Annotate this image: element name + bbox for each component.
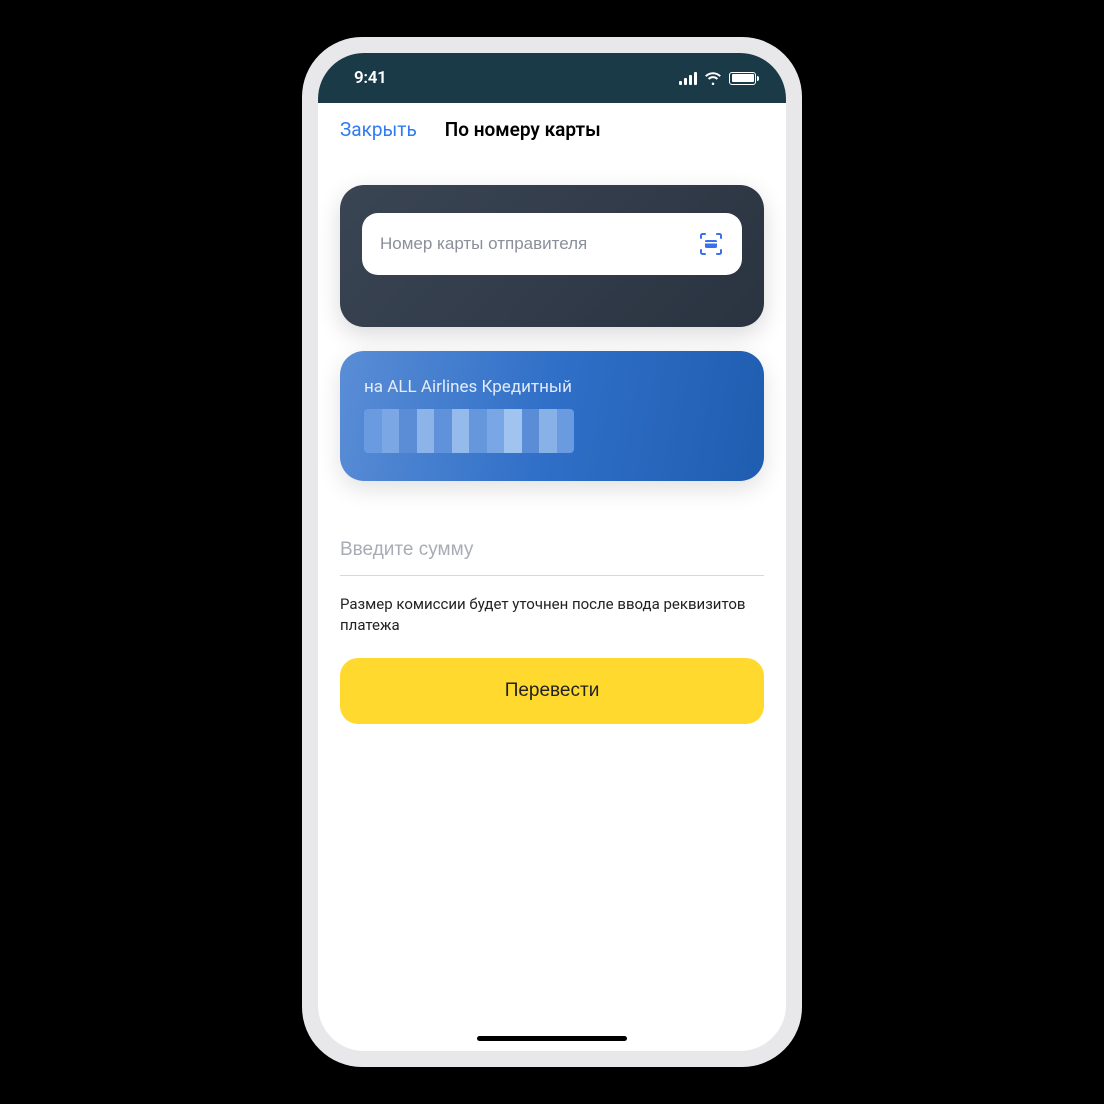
wifi-icon: [704, 71, 722, 85]
home-indicator[interactable]: [477, 1036, 627, 1041]
recipient-card-label: на ALL Airlines Кредитный: [364, 377, 740, 397]
amount-input[interactable]: [340, 539, 764, 576]
content: на ALL Airlines Кредитный: [318, 157, 786, 1051]
battery-icon: [729, 72, 756, 85]
scan-card-icon[interactable]: [698, 231, 724, 257]
phone-frame: 9:41 Закрыть По номеру карты: [302, 37, 802, 1067]
nav-bar: Закрыть По номеру карты: [318, 103, 786, 157]
amount-section: Размер комиссии будет уточнен после ввод…: [340, 539, 764, 724]
status-bar: 9:41: [318, 53, 786, 103]
status-time: 9:41: [354, 68, 387, 88]
close-button[interactable]: Закрыть: [340, 118, 417, 141]
commission-note: Размер комиссии будет уточнен после ввод…: [340, 594, 764, 636]
transfer-button[interactable]: Перевести: [340, 658, 764, 724]
card-input-wrap: [362, 213, 742, 275]
status-icons: [679, 71, 756, 85]
signal-icon: [679, 72, 697, 85]
obscured-card-number: [364, 409, 574, 453]
screen: 9:41 Закрыть По номеру карты: [318, 53, 786, 1051]
page-title: По номеру карты: [445, 118, 601, 141]
sender-card-number-input[interactable]: [380, 234, 686, 254]
sender-card: [340, 185, 764, 327]
recipient-card[interactable]: на ALL Airlines Кредитный: [340, 351, 764, 481]
